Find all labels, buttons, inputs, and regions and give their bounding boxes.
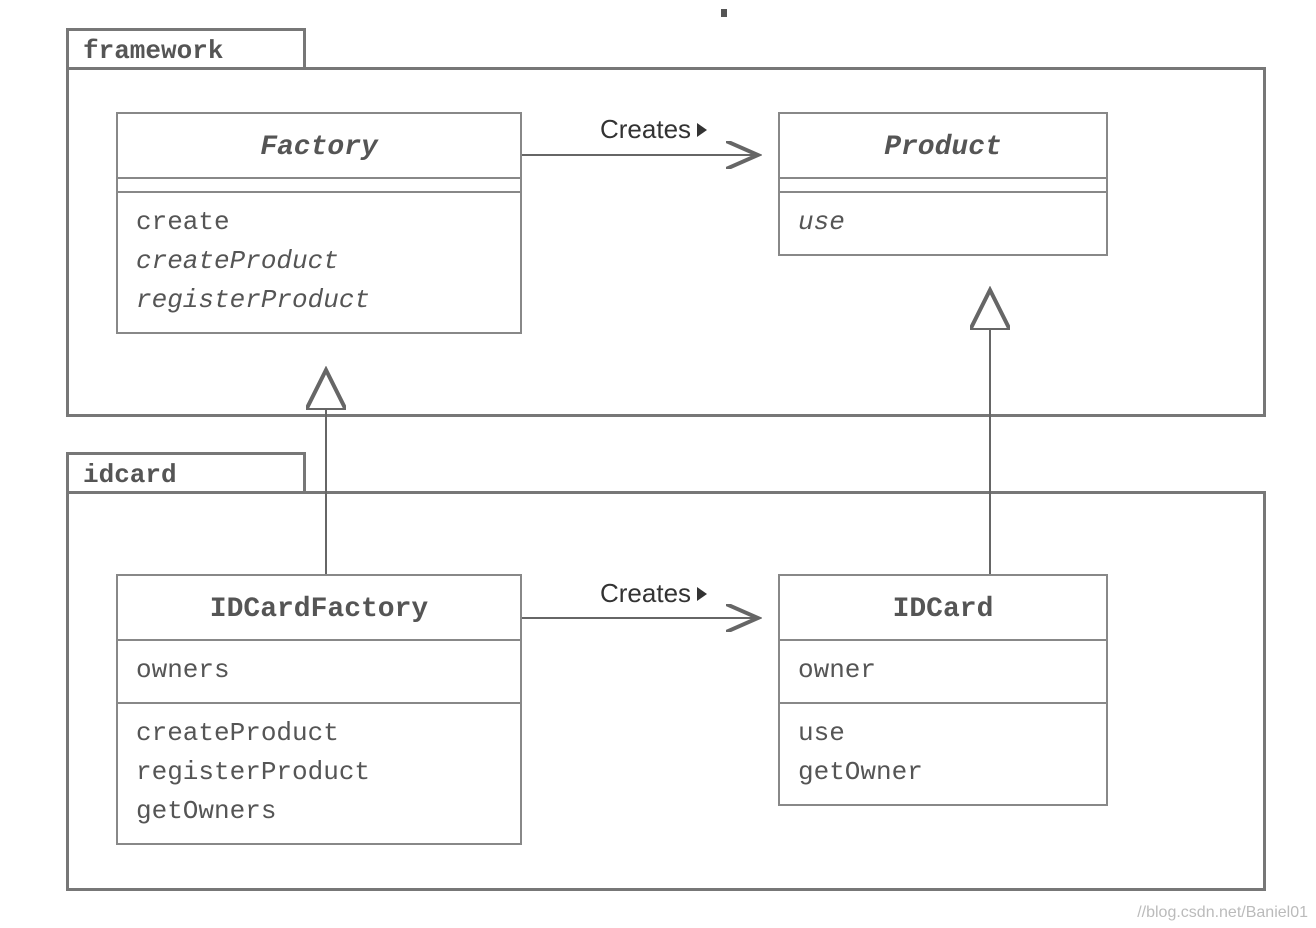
method: use [798, 714, 1088, 753]
class-attributes-empty [780, 179, 1106, 193]
class-methods: use [780, 193, 1106, 254]
method: create [136, 203, 502, 242]
class-title: Product [780, 114, 1106, 179]
method: createProduct [136, 714, 502, 753]
method: createProduct [136, 242, 502, 281]
package-tab-idcard: idcard [66, 452, 306, 494]
class-methods: use getOwner [780, 704, 1106, 804]
class-idcard: IDCard owner use getOwner [778, 574, 1108, 806]
diagram-canvas: framework idcard Factory create createPr… [0, 0, 1316, 928]
class-attributes-empty [118, 179, 520, 193]
attribute: owners [136, 651, 502, 690]
relation-label-creates-bottom: Creates [600, 578, 707, 609]
class-methods: create createProduct registerProduct [118, 193, 520, 332]
class-methods: createProduct registerProduct getOwners [118, 704, 520, 843]
attribute: owner [798, 651, 1088, 690]
method: use [798, 203, 1088, 242]
method: getOwners [136, 792, 502, 831]
package-label: idcard [83, 460, 177, 490]
triangle-right-icon [697, 587, 707, 601]
method: registerProduct [136, 281, 502, 320]
method: registerProduct [136, 753, 502, 792]
class-title: IDCard [780, 576, 1106, 641]
class-idcardfactory: IDCardFactory owners createProduct regis… [116, 574, 522, 845]
class-attributes: owner [780, 641, 1106, 704]
class-factory: Factory create createProduct registerPro… [116, 112, 522, 334]
relation-text: Creates [600, 114, 691, 145]
class-title: IDCardFactory [118, 576, 520, 641]
watermark: //blog.csdn.net/Baniel01 [1137, 904, 1308, 922]
triangle-right-icon [697, 123, 707, 137]
stray-dot [721, 9, 727, 17]
class-title: Factory [118, 114, 520, 179]
method: getOwner [798, 753, 1088, 792]
relation-text: Creates [600, 578, 691, 609]
package-label: framework [83, 36, 223, 66]
relation-label-creates-top: Creates [600, 114, 707, 145]
class-product: Product use [778, 112, 1108, 256]
class-attributes: owners [118, 641, 520, 704]
package-tab-framework: framework [66, 28, 306, 70]
